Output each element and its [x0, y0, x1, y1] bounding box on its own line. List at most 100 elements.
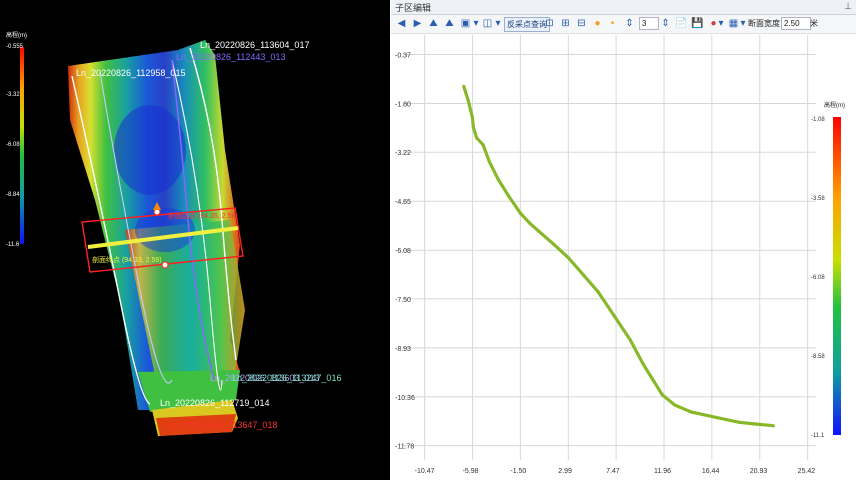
x-tick-label: 11.96 [654, 468, 671, 475]
data-point [689, 410, 693, 414]
x-tick-label: 20.93 [750, 468, 768, 475]
x-tick-label: -1.50 [510, 468, 526, 475]
profile-legend-title: 高程(m) [824, 101, 845, 109]
profile-chart[interactable]: -0.37 -1.80 -3.22 -4.65 -6.08 -7.50 -8.93 -10.3… [391, 35, 856, 480]
count-decrease-icon[interactable]: ⇕ [623, 17, 636, 30]
data-point [737, 420, 741, 424]
section-start-label: 剖面起点 (94.35, 2.59) [168, 211, 238, 220]
data-point [540, 232, 544, 236]
data-point [481, 143, 485, 147]
dropdown-icon[interactable]: ▾ [717, 17, 725, 30]
small-dot-icon[interactable]: • [606, 17, 619, 30]
x-tick-label: 7.47 [606, 468, 620, 475]
data-point [673, 403, 677, 407]
y-tick-label: -3.22 [395, 150, 411, 157]
select-box-icon[interactable]: ▣ [459, 17, 472, 30]
y-tick-label: -11.78 [395, 444, 414, 451]
svg-text:-0.555: -0.555 [6, 44, 24, 50]
y-axis-ticks: -0.37 -1.80 -3.22 -4.65 -6.08 -7.50 -8.93 -10.3… [395, 53, 415, 451]
svg-text:-11.6: -11.6 [6, 242, 20, 248]
pin-icon[interactable]: ⊥ [844, 1, 852, 12]
zoom-in-icon[interactable]: ⊞ [559, 17, 572, 30]
data-point [771, 424, 775, 428]
count-input[interactable]: 3 [639, 17, 659, 30]
map-canvas[interactable]: 剖面起点 (94.35, 2.59) 剖面终点 (94.33, 2.59) Ln… [0, 0, 390, 480]
data-point [705, 413, 709, 418]
panel-titlebar: 子区编辑 ⊥ [391, 0, 856, 15]
x-tick-label: 16.44 [702, 468, 720, 475]
orange-dot-icon[interactable]: ● [591, 17, 604, 30]
data-point [528, 221, 532, 226]
delete-point-icon[interactable]: ⛰ [443, 17, 456, 30]
section-width-label: 断面宽度 [748, 19, 780, 28]
legend-title: 高程(m) [6, 31, 27, 39]
line-label-017: Ln_20220826_113604_017 [200, 40, 309, 50]
y-tick-label: -6.08 [395, 248, 411, 255]
svg-text:-8.84: -8.84 [6, 192, 20, 198]
section-width-input[interactable]: 2.50 [781, 17, 811, 30]
legend-tick-label: -6.08 [811, 275, 825, 281]
svg-text:-6.08: -6.08 [6, 142, 20, 148]
data-point [612, 314, 616, 318]
dropdown-icon[interactable]: ▾ [739, 17, 747, 30]
data-point [475, 136, 479, 140]
line-label-013: Ln_20220826_112443_013 [176, 52, 285, 62]
series-line [462, 85, 774, 428]
zoom-out-icon[interactable]: ⊟ [575, 17, 588, 30]
x-tick-label: -5.98 [463, 468, 479, 475]
next-icon[interactable]: ▶ [411, 17, 424, 30]
zoom-fit-icon[interactable]: ⊡ [543, 17, 556, 30]
data-point [652, 379, 656, 383]
edit-point-icon[interactable]: ⛰ [427, 17, 440, 30]
legend-tick-label: -1.08 [811, 117, 825, 123]
depth-legend: 高程(m) -0.555 -3.32 -6.08 -8.84 -11.6 [6, 31, 27, 248]
line-label-015: Ln_20220826_112958_015 [76, 68, 185, 78]
sub-area-editor-panel: 子区编辑 ⊥ ◀ ▶ ⛰ ⛰ ▣ ▾ ◫ ▾ 反采点查询 ⊡ ⊞ ⊟ ● • ⇕… [391, 0, 856, 480]
data-point [581, 273, 585, 277]
data-point [628, 338, 632, 342]
x-tick-label: 25.42 [798, 468, 816, 475]
toolbar: ◀ ▶ ⛰ ⛰ ▣ ▾ ◫ ▾ 反采点查询 ⊡ ⊞ ⊟ ● • ⇕ 3 ⇕ 📄 … [391, 15, 856, 34]
lasso-icon[interactable]: ◫ [481, 17, 494, 30]
data-point [471, 125, 476, 130]
legend-tick-label: -11.1 [811, 433, 825, 439]
data-point [596, 290, 600, 294]
data-point [566, 256, 571, 260]
data-point [551, 242, 556, 246]
dropdown-icon[interactable]: ▾ [494, 17, 502, 30]
legend-tick-label: -3.58 [811, 196, 825, 202]
data-point [462, 84, 466, 89]
y-tick-label: -8.93 [395, 346, 411, 353]
save-icon[interactable]: 💾 [691, 17, 704, 30]
prev-icon[interactable]: ◀ [395, 17, 408, 30]
line-label-014: Ln_20220826_112719_014 [160, 398, 269, 408]
profile-legend: 高程(m) -1.08 -3.58 -6.08 -8.58 -11.1 [811, 101, 845, 439]
map-view[interactable]: 剖面起点 (94.35, 2.59) 剖面终点 (94.33, 2.59) Ln… [0, 0, 390, 480]
line-label-overlap-2: Ln_20220826_113247_016 [232, 373, 341, 383]
x-axis-ticks: -10.47 -5.98 -1.50 2.99 7.47 11.96 16.44 20.93 2… [415, 468, 816, 475]
count-increase-icon[interactable]: ⇕ [659, 17, 672, 30]
y-tick-label: -10.36 [395, 395, 415, 402]
data-point [507, 194, 511, 198]
panel-title: 子区编辑 [395, 3, 432, 13]
data-point [721, 417, 725, 421]
section-end-label: 剖面终点 (94.33, 2.59) [92, 255, 162, 264]
data-point [660, 393, 664, 397]
svg-text:-3.32: -3.32 [6, 92, 20, 98]
data-point [470, 115, 474, 119]
export-icon[interactable]: 📄 [675, 17, 688, 30]
x-tick-label: -10.47 [415, 468, 435, 475]
y-tick-label: -1.80 [395, 102, 411, 109]
x-tick-label: 2.99 [558, 468, 572, 475]
chart-grid [403, 35, 816, 460]
data-point [487, 160, 492, 164]
data-point [466, 98, 470, 102]
dropdown-icon[interactable]: ▾ [472, 17, 480, 30]
profile-series [462, 84, 775, 428]
data-point [496, 177, 500, 181]
data-point [518, 211, 522, 215]
y-tick-label: -0.37 [395, 53, 411, 60]
y-tick-label: -4.65 [395, 199, 411, 206]
line-label-018: Ln_20220826_113647_018 [168, 420, 277, 430]
legend-tick-label: -8.58 [811, 354, 825, 360]
